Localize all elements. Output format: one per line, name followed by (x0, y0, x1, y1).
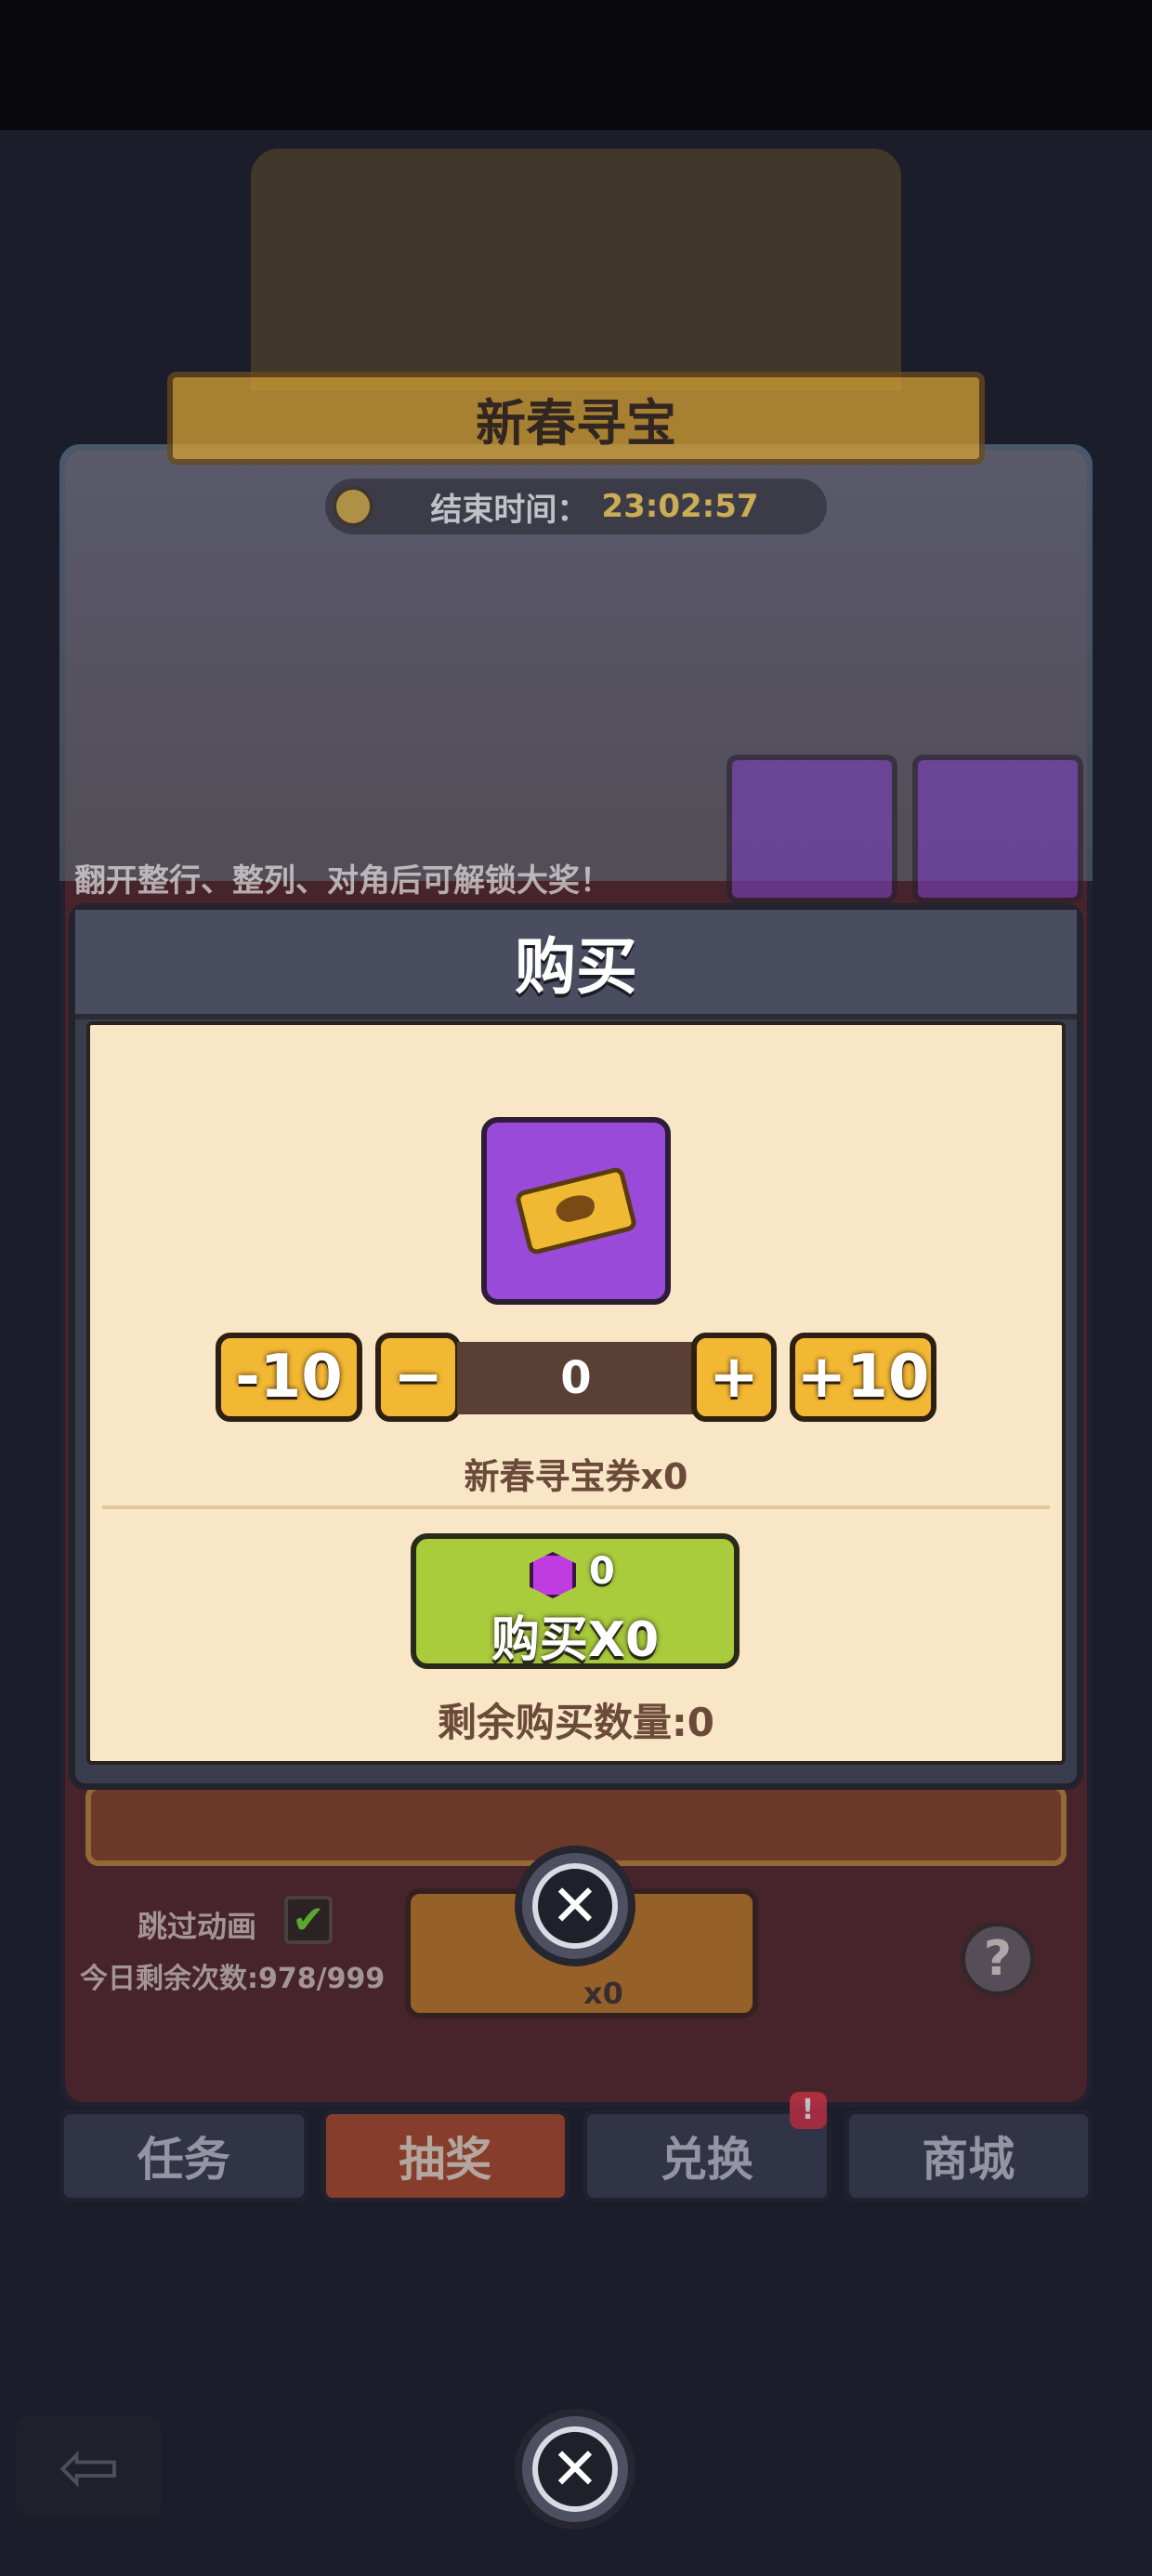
close-page-button[interactable]: ✕ (515, 2409, 635, 2530)
tab-exchange-label: 兑换 (660, 2133, 753, 2187)
event-title-banner: 新春寻宝 (167, 372, 985, 465)
draw-cost: x0 (583, 1976, 623, 2011)
daily-remaining: 今日剩余次数:978/999 (80, 1963, 386, 1995)
stopwatch-icon (333, 486, 373, 527)
tab-exchange[interactable]: 兑换 ! (583, 2092, 831, 2202)
quantity-field[interactable]: 0 (457, 1342, 695, 1414)
event-title: 新春寻宝 (476, 393, 676, 453)
buy-button[interactable]: 0 购买X0 (411, 1533, 740, 1669)
owned-ticket-count: 新春寻宝券x0 (464, 1456, 688, 1497)
minus-button[interactable]: − (375, 1333, 461, 1422)
skip-animation-checkbox[interactable]: ✔ (284, 1896, 333, 1944)
timer-label: 结束时间： (430, 491, 589, 529)
back-arrow-icon[interactable]: ⇦ (17, 2416, 162, 2518)
tab-draw[interactable]: 抽奖 (321, 2109, 569, 2202)
remaining-purchases: 剩余购买数量:0 (437, 1700, 715, 1745)
ticket-icon (514, 1165, 638, 1256)
buy-label: 购买X0 (491, 1612, 660, 1668)
gem-icon (530, 1552, 576, 1598)
event-timer: 结束时间： 23:02:57 (325, 479, 827, 534)
modal-title: 购买 (515, 931, 637, 1003)
timer-value: 23:02:57 (601, 488, 759, 525)
plus-button[interactable]: + (691, 1333, 777, 1422)
notification-badge: ! (789, 2092, 827, 2129)
skip-animation-label: 跳过动画 (137, 1909, 257, 1944)
buy-price: 0 (589, 1550, 615, 1593)
status-bar (0, 0, 1152, 130)
grand-prize-firecracker-card[interactable] (912, 755, 1083, 903)
tab-shop[interactable]: 商城 (844, 2109, 1093, 2202)
help-button[interactable]: ? (961, 1922, 1035, 1996)
close-icon: ✕ (532, 1863, 618, 1949)
pavilion-decoration (251, 149, 901, 390)
bottom-tabs: 任务 抽奖 兑换 ! 商城 (59, 2092, 1093, 2202)
close-icon: ✕ (532, 2426, 618, 2512)
tab-tasks[interactable]: 任务 (59, 2109, 308, 2202)
minus-10-button[interactable]: -10 (216, 1333, 362, 1422)
close-modal-button[interactable]: ✕ (515, 1846, 635, 1966)
grand-prize-ticket-card[interactable] (727, 755, 897, 903)
divider (102, 1505, 1050, 1509)
modal-header: 购买 (75, 910, 1077, 1019)
treasure-ticket-item (481, 1117, 671, 1305)
unlock-hint: 翻开整行、整列、对角后可解锁大奖！ (74, 862, 611, 900)
plus-10-button[interactable]: +10 (790, 1333, 936, 1422)
